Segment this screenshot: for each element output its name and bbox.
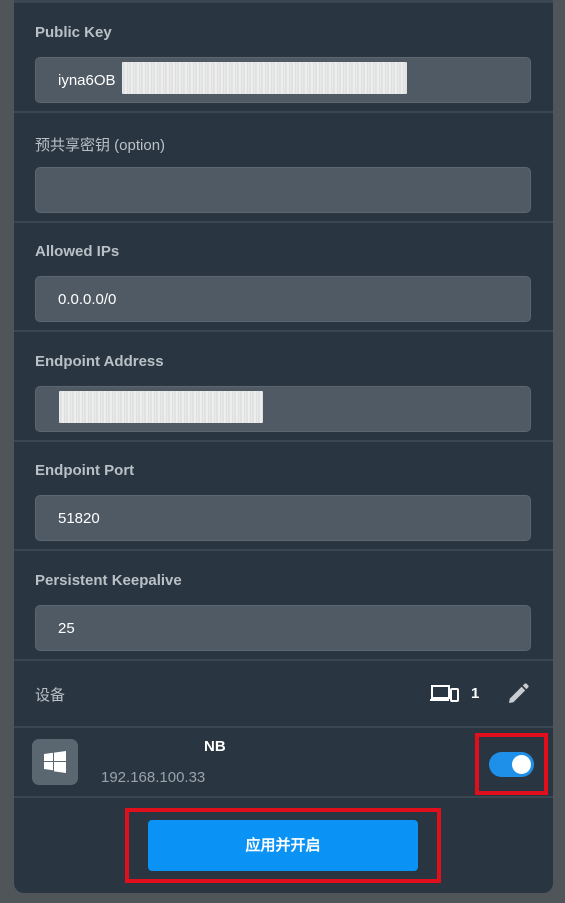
- endpoint-port-label: Endpoint Port: [35, 462, 135, 479]
- pencil-icon[interactable]: [506, 682, 530, 706]
- preshared-key-input[interactable]: [35, 167, 531, 213]
- public-key-label: Public Key: [35, 24, 112, 41]
- wireguard-peer-panel: Public Key 预共享密钥 (option) Allowed IPs En…: [14, 0, 553, 893]
- devices-icon: [430, 685, 459, 702]
- persistent-keepalive-input[interactable]: [35, 605, 531, 651]
- redaction-mask: [59, 391, 263, 423]
- allowed-ips-field: Allowed IPs: [14, 222, 553, 332]
- device-count: 1: [471, 685, 480, 702]
- endpoint-port-field: Endpoint Port: [14, 441, 553, 551]
- devices-label: 设备: [35, 687, 66, 704]
- device-list-item: NB 192.168.100.33: [14, 728, 553, 798]
- toggle-highlight-box: [475, 733, 548, 795]
- device-os-badge: [32, 739, 78, 785]
- devices-header: 设备 1: [14, 660, 553, 728]
- preshared-key-label: 预共享密钥 (option): [35, 137, 166, 154]
- device-ip: 192.168.100.33: [101, 769, 206, 786]
- device-name: NB: [204, 738, 226, 755]
- persistent-keepalive-label: Persistent Keepalive: [35, 572, 182, 589]
- apply-button-highlight-box: [125, 808, 441, 883]
- redaction-mask: [122, 62, 407, 94]
- allowed-ips-label: Allowed IPs: [35, 243, 120, 260]
- endpoint-address-field: Endpoint Address: [14, 332, 553, 442]
- endpoint-address-label: Endpoint Address: [35, 353, 164, 370]
- windows-icon: [44, 751, 66, 773]
- public-key-field: Public Key: [14, 3, 553, 113]
- allowed-ips-input[interactable]: [35, 276, 531, 322]
- endpoint-port-input[interactable]: [35, 495, 531, 541]
- persistent-keepalive-field: Persistent Keepalive: [14, 551, 553, 661]
- preshared-key-field: 预共享密钥 (option): [14, 113, 553, 223]
